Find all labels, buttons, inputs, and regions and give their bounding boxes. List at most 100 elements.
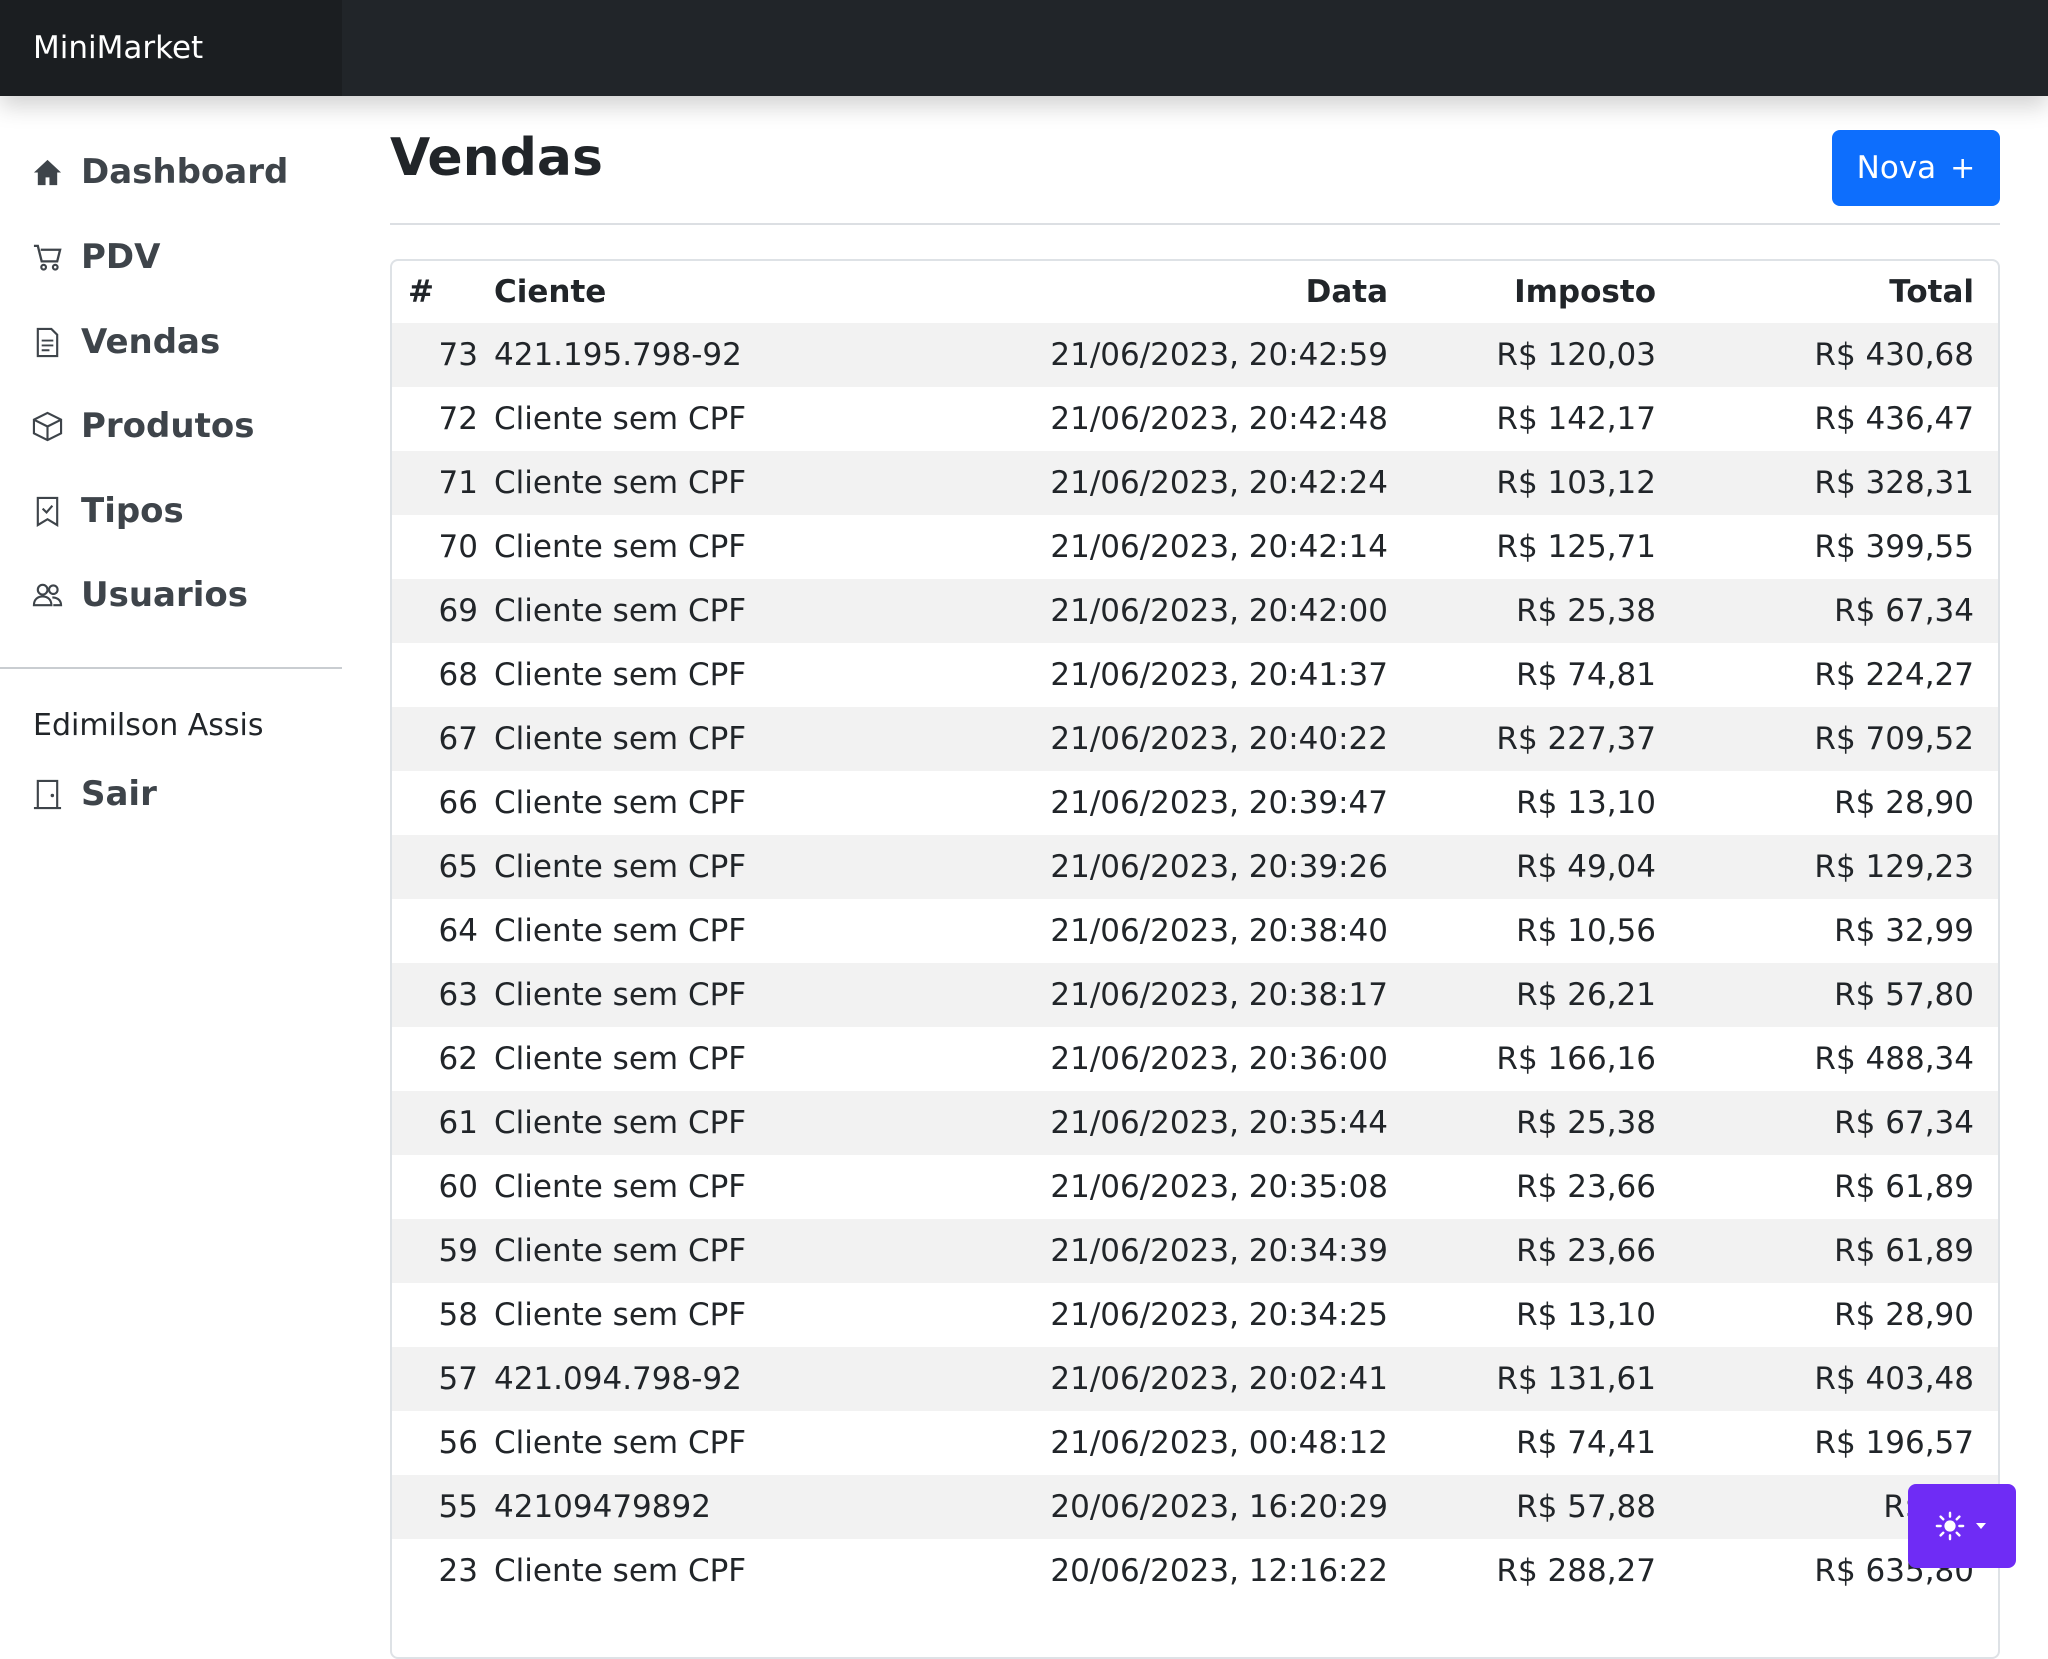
cell-tax: R$ 49,04	[1412, 835, 1680, 899]
table-row[interactable]: 55 42109479892 20/06/2023, 16:20:29 R$ 57,8…	[392, 1475, 1998, 1539]
sidebar-item-produtos[interactable]: Produtos	[32, 398, 254, 454]
table-row[interactable]: 60 Cliente sem CPF 21/06/2023, 20:35:08 R$ …	[392, 1155, 1998, 1219]
cell-client: Cliente sem CPF	[478, 579, 894, 643]
table-row[interactable]: 73 421.195.798-92 21/06/2023, 20:42:59 R$ 1…	[392, 323, 1998, 387]
sidebar-item-dashboard[interactable]: Dashboard	[32, 144, 288, 200]
col-header-id: #	[408, 274, 434, 310]
sidebar-item-usuarios[interactable]: Usuarios	[32, 567, 248, 623]
table-row[interactable]: 65 Cliente sem CPF 21/06/2023, 20:39:26 R$ …	[392, 835, 1998, 899]
cell-total: R$ 67,34	[1680, 579, 1998, 643]
cell-total: R$ 709,52	[1680, 707, 1998, 771]
cell-client: Cliente sem CPF	[494, 1169, 747, 1205]
cell-tax: R$ 74,41	[1516, 1425, 1656, 1461]
table-row[interactable]: 23 Cliente sem CPF 20/06/2023, 12:16:22 R$ …	[392, 1539, 1998, 1603]
logout-link[interactable]: Sair	[32, 766, 157, 822]
table-row[interactable]: 70 Cliente sem CPF 21/06/2023, 20:42:14 R$ …	[392, 515, 1998, 579]
cell-client: Cliente sem CPF	[494, 1297, 747, 1333]
cell-tax: R$ 103,12	[1412, 451, 1680, 515]
cell-client: 42109479892	[478, 1475, 894, 1539]
table-row[interactable]: 66 Cliente sem CPF 21/06/2023, 20:39:47 R$ …	[392, 771, 1998, 835]
cell-date: 21/06/2023, 20:39:26	[894, 835, 1412, 899]
cell-client: Cliente sem CPF	[494, 1553, 747, 1589]
table-row[interactable]: 61 Cliente sem CPF 21/06/2023, 20:35:44 R$ …	[392, 1091, 1998, 1155]
cell-tax: R$ 74,81	[1516, 657, 1656, 693]
cell-date: 20/06/2023, 12:16:22	[1050, 1553, 1388, 1589]
top-navbar: MiniMarket	[0, 0, 2048, 96]
cell-date: 21/06/2023, 20:39:47	[1050, 785, 1388, 821]
cell-id: 56	[438, 1425, 478, 1461]
table-row[interactable]: 67 Cliente sem CPF 21/06/2023, 20:40:22 R$ …	[392, 707, 1998, 771]
sidebar-item-vendas[interactable]: Vendas	[32, 314, 220, 370]
cell-tax: R$ 131,61	[1412, 1347, 1680, 1411]
table-row[interactable]: 64 Cliente sem CPF 21/06/2023, 20:38:40 R$ …	[392, 899, 1998, 963]
people-icon	[32, 583, 63, 606]
cell-id: 72	[438, 401, 478, 437]
cell-id: 63	[392, 963, 478, 1027]
cell-date: 21/06/2023, 20:42:14	[1050, 529, 1388, 565]
table-row[interactable]: 56 Cliente sem CPF 21/06/2023, 00:48:12 R$ …	[392, 1411, 1998, 1475]
cell-total: R$ 224,27	[1814, 657, 1974, 693]
new-sale-button[interactable]: Nova +	[1832, 130, 2000, 206]
cell-client: Cliente sem CPF	[478, 451, 894, 515]
cell-tax: R$ 25,38	[1412, 1091, 1680, 1155]
sidebar-item-label: Dashboard	[81, 152, 289, 192]
receipt-icon	[36, 327, 59, 357]
table-row[interactable]: 69 Cliente sem CPF 21/06/2023, 20:42:00 R$ …	[392, 579, 1998, 643]
cell-client: Cliente sem CPF	[494, 1425, 747, 1461]
cell-total: R$ 61,89	[1834, 1169, 1974, 1205]
cell-date: 21/06/2023, 20:42:48	[1050, 401, 1388, 437]
cell-client: 421.195.798-92	[478, 323, 894, 387]
table-row[interactable]: 68 Cliente sem CPF 21/06/2023, 20:41:37 R$ …	[392, 643, 1998, 707]
cell-date: 21/06/2023, 20:35:08	[1050, 1169, 1388, 1205]
sidebar-item-label: Usuarios	[81, 575, 249, 615]
cell-client: Cliente sem CPF	[478, 835, 894, 899]
sidebar-item-tipos[interactable]: Tipos	[32, 483, 184, 539]
plus-icon: +	[1950, 150, 1976, 186]
cell-id: 66	[438, 785, 478, 821]
cell-id: 67	[392, 707, 478, 771]
cell-total: R$ 32,99	[1834, 913, 1974, 949]
sales-table: # Ciente Data Imposto Total 73 421.195.79…	[392, 261, 1998, 1603]
cell-id: 60	[438, 1169, 478, 1205]
cell-total: R$ 436,47	[1814, 401, 1974, 437]
col-header-client: Ciente	[494, 274, 607, 310]
cell-tax: R$ 120,03	[1412, 323, 1680, 387]
cell-client: Cliente sem CPF	[494, 913, 747, 949]
cell-total: R$ 67,34	[1680, 1091, 1998, 1155]
sidebar-item-pdv[interactable]: PDV	[32, 229, 160, 285]
cell-id: 71	[392, 451, 478, 515]
cell-id: 59	[392, 1219, 478, 1283]
table-row[interactable]: 58 Cliente sem CPF 21/06/2023, 20:34:25 R$ …	[392, 1283, 1998, 1347]
cell-tax: R$ 125,71	[1496, 529, 1656, 565]
cell-tax: R$ 13,10	[1516, 785, 1656, 821]
new-sale-label: Nova	[1856, 150, 1937, 186]
table-row[interactable]: 71 Cliente sem CPF 21/06/2023, 20:42:24 R$ …	[392, 451, 1998, 515]
table-row[interactable]: 59 Cliente sem CPF 21/06/2023, 20:34:39 R$ …	[392, 1219, 1998, 1283]
box-icon	[32, 411, 63, 441]
cell-id: 58	[438, 1297, 478, 1333]
house-icon	[33, 159, 62, 185]
cell-tax: R$ 166,16	[1496, 1041, 1656, 1077]
page-title: Vendas	[390, 128, 603, 188]
table-row[interactable]: 57 421.094.798-92 21/06/2023, 20:02:41 R$ 1…	[392, 1347, 1998, 1411]
cell-tax: R$ 25,38	[1412, 579, 1680, 643]
table-row[interactable]: 63 Cliente sem CPF 21/06/2023, 20:38:17 R$ …	[392, 963, 1998, 1027]
cell-date: 21/06/2023, 20:38:17	[894, 963, 1412, 1027]
cell-tax: R$ 10,56	[1516, 913, 1656, 949]
cell-total: R$ 196,57	[1814, 1425, 1974, 1461]
cell-total: R$ 403,48	[1680, 1347, 1998, 1411]
door-icon	[33, 779, 62, 809]
theme-toggle-button[interactable]	[1908, 1484, 2016, 1568]
cell-total: R$ 430,68	[1680, 323, 1998, 387]
table-row[interactable]: 62 Cliente sem CPF 21/06/2023, 20:36:00 R$ …	[392, 1027, 1998, 1091]
cell-date: 21/06/2023, 20:34:39	[894, 1219, 1412, 1283]
brand-logo[interactable]: MiniMarket	[0, 0, 342, 96]
sun-icon	[1935, 1511, 1965, 1541]
cell-total: R$ 328,31	[1680, 451, 1998, 515]
cell-date: 21/06/2023, 20:34:25	[1050, 1297, 1388, 1333]
cell-id: 68	[438, 657, 478, 693]
cell-total: R$ 129,23	[1680, 835, 1998, 899]
cell-id: 64	[438, 913, 478, 949]
sales-table-card: # Ciente Data Imposto Total 73 421.195.79…	[390, 259, 2000, 1659]
table-row[interactable]: 72 Cliente sem CPF 21/06/2023, 20:42:48 R$ …	[392, 387, 1998, 451]
